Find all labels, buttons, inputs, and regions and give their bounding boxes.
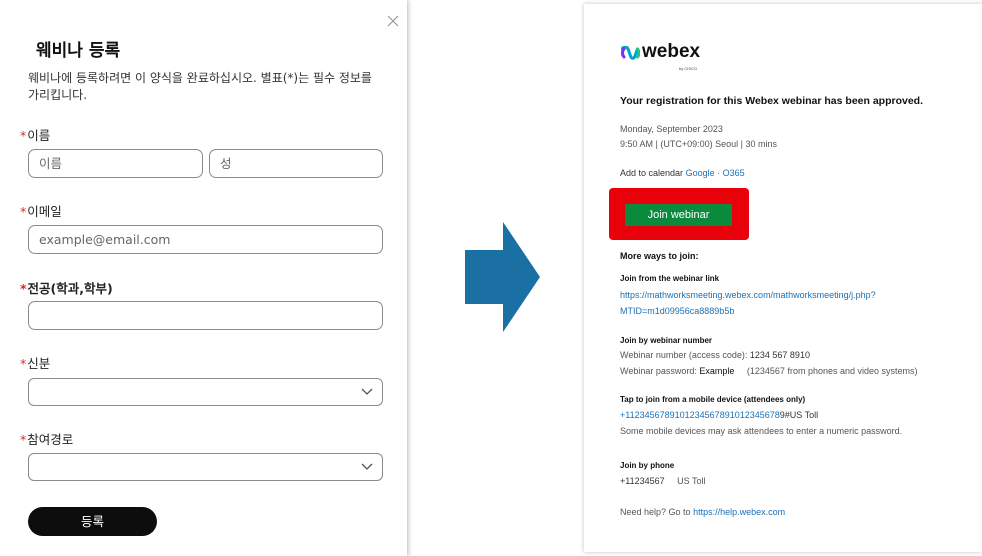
form-description: 웨비나에 등록하려면 이 양식을 완료하십시오. 별표(*)는 필수 정보를 가… — [28, 71, 372, 102]
required-marker: * — [20, 128, 27, 143]
form-title: 웨비나 등록 — [36, 41, 121, 61]
status-select[interactable] — [28, 378, 383, 406]
register-button[interactable]: 등록 — [28, 507, 157, 536]
webex-logo: webex by CISCO — [621, 41, 711, 76]
mobile-note: Some mobile devices may ask attendees to… — [620, 426, 903, 436]
webinar-password: Webinar password: Example (1234567 from … — [620, 366, 918, 376]
phone-number: +11234567 US Toll — [620, 476, 706, 486]
close-icon[interactable] — [384, 12, 402, 30]
tap-to-join: +11234567891012345678910123456789#US Tol… — [620, 410, 819, 420]
right-arrow-icon — [465, 222, 540, 332]
mobile-section-title: Tap to join from a mobile device (attend… — [620, 395, 806, 404]
join-webinar-button[interactable]: Join webinar — [625, 204, 732, 226]
registration-form-panel: 웨비나 등록 웨비나에 등록하려면 이 양식을 완료하십시오. 별표(*)는 필… — [0, 0, 407, 556]
tap-to-join-link[interactable]: +1123456789101234567891012345678 — [620, 410, 780, 420]
webex-wordmark: webex — [642, 41, 701, 62]
approval-headline: Your registration for this Webex webinar… — [620, 95, 924, 107]
referral-label: *참여경로 — [20, 432, 74, 447]
calendar-o365-link[interactable]: O365 — [723, 168, 745, 178]
chevron-down-icon — [361, 463, 373, 470]
add-to-calendar: Add to calendar Google · O365 — [620, 168, 745, 178]
webinar-date: Monday, September 2023 — [620, 124, 723, 134]
email-label: *이메일 — [20, 204, 62, 219]
webinar-url-line1[interactable]: https://mathworksmeeting.webex.com/mathw… — [620, 290, 876, 300]
cisco-tagline: by CISCO — [679, 66, 698, 71]
last-name-field[interactable]: 성 — [209, 149, 383, 178]
number-section-title: Join by webinar number — [620, 336, 713, 345]
major-label: *전공(학과,학부) — [20, 281, 113, 296]
email-field[interactable]: example@email.com — [28, 225, 383, 254]
confirmation-email: webex by CISCO Your registration for thi… — [584, 4, 982, 552]
help-link[interactable]: https://help.webex.com — [693, 507, 785, 517]
phone-section-title: Join by phone — [620, 461, 675, 470]
webinar-number: Webinar number (access code): 1234 567 8… — [620, 350, 810, 360]
more-ways-heading: More ways to join: — [620, 251, 699, 261]
link-section-title: Join from the webinar link — [620, 274, 720, 283]
webinar-url-line2[interactable]: MTID=m1d09956ca8889b5b — [620, 306, 734, 316]
webex-logo-icon — [621, 46, 640, 60]
status-label: *신분 — [20, 356, 51, 371]
calendar-google-link[interactable]: Google — [686, 168, 715, 178]
chevron-down-icon — [361, 388, 373, 395]
referral-select[interactable] — [28, 453, 383, 481]
webinar-time: 9:50 AM | (UTC+09:00) Seoul | 30 mins — [620, 139, 777, 149]
first-name-field[interactable]: 이름 — [28, 149, 203, 178]
major-field[interactable] — [28, 301, 383, 330]
name-label: *이름 — [20, 128, 51, 143]
help-line: Need help? Go to https://help.webex.com — [620, 507, 786, 517]
